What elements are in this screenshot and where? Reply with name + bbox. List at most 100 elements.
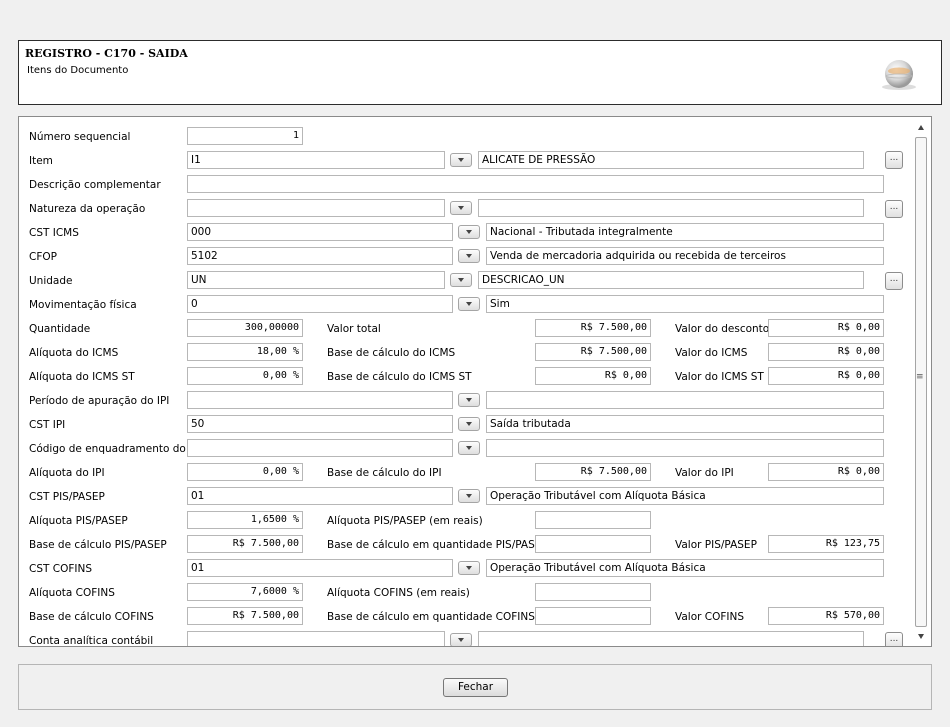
descricao-complementar-field[interactable] <box>187 175 884 193</box>
valor-pis-field[interactable]: R$ 123,75 <box>768 535 884 553</box>
movimentacao-description-field[interactable]: Sim <box>486 295 884 313</box>
label-base-cofins: Base de cálculo COFINS <box>29 611 154 623</box>
natureza-code-field[interactable] <box>187 199 445 217</box>
logo-icon <box>882 60 916 90</box>
base-cofins-field[interactable]: R$ 7.500,00 <box>187 607 303 625</box>
scroll-up-icon[interactable] <box>918 125 924 130</box>
conta-lookup-button[interactable]: ... <box>885 632 903 646</box>
label-valor-icms: Valor do ICMS <box>675 347 748 359</box>
label-base-icms-st: Base de cálculo do ICMS ST <box>327 371 472 383</box>
natureza-description-field[interactable] <box>478 199 864 217</box>
item-code-field[interactable]: I1 <box>187 151 445 169</box>
label-valor-ipi: Valor do IPI <box>675 467 734 479</box>
fechar-button[interactable]: Fechar <box>443 678 508 697</box>
item-dropdown-button[interactable] <box>450 153 472 167</box>
base-icms-st-field[interactable]: R$ 0,00 <box>535 367 651 385</box>
unidade-description-field[interactable]: DESCRICAO_UN <box>478 271 864 289</box>
quantidade-field[interactable]: 300,00000 <box>187 319 303 337</box>
cst-pis-code-field[interactable]: 01 <box>187 487 453 505</box>
cst-cofins-dropdown-button[interactable] <box>458 561 480 575</box>
label-quantidade: Quantidade <box>29 323 91 335</box>
valor-desconto-field[interactable]: R$ 0,00 <box>768 319 884 337</box>
aliquota-cofins-field[interactable]: 7,6000 % <box>187 583 303 601</box>
label-base-qtd-cofins: Base de cálculo em quantidade COFINS <box>327 611 535 623</box>
periodo-ipi-description-field[interactable] <box>486 391 884 409</box>
movimentacao-dropdown-button[interactable] <box>458 297 480 311</box>
label-aliquota-icms: Alíquota do ICMS <box>29 347 119 359</box>
codigo-enquadramento-code-field[interactable] <box>187 439 453 457</box>
cst-ipi-description-field[interactable]: Saída tributada <box>486 415 884 433</box>
aliquota-cofins-reais-field[interactable] <box>535 583 651 601</box>
label-aliquota-pis-reais: Alíquota PIS/PASEP (em reais) <box>327 515 483 527</box>
cst-ipi-code-field[interactable]: 50 <box>187 415 453 433</box>
cst-cofins-description-field[interactable]: Operação Tributável com Alíquota Básica <box>486 559 884 577</box>
label-codigo-enquadramento-ipi: Código de enquadramento do IPI <box>29 443 202 455</box>
cst-icms-code-field[interactable]: 000 <box>187 223 453 241</box>
label-cst-cofins: CST COFINS <box>29 563 92 575</box>
label-valor-total: Valor total <box>327 323 381 335</box>
unidade-lookup-button[interactable]: ... <box>885 272 903 290</box>
label-unidade: Unidade <box>29 275 73 287</box>
label-conta-analitica: Conta analítica contábil <box>29 635 154 647</box>
scroll-grip-icon: ≡ <box>916 372 924 382</box>
page-title: REGISTRO - C170 - SAIDA <box>25 47 188 60</box>
cst-icms-dropdown-button[interactable] <box>458 225 480 239</box>
codigo-enquadramento-description-field[interactable] <box>486 439 884 457</box>
label-valor-icms-st: Valor do ICMS ST <box>675 371 764 383</box>
label-aliquota-icms-st: Alíquota do ICMS ST <box>29 371 135 383</box>
aliquota-pis-reais-field[interactable] <box>535 511 651 529</box>
aliquota-pis-field[interactable]: 1,6500 % <box>187 511 303 529</box>
cfop-description-field[interactable]: Venda de mercadoria adquirida ou recebid… <box>486 247 884 265</box>
natureza-lookup-button[interactable]: ... <box>885 200 903 218</box>
conta-description-field[interactable] <box>478 631 864 646</box>
conta-code-field[interactable] <box>187 631 445 646</box>
item-description-field[interactable]: ALICATE DE PRESSÃO <box>478 151 864 169</box>
periodo-ipi-dropdown-button[interactable] <box>458 393 480 407</box>
base-icms-field[interactable]: R$ 7.500,00 <box>535 343 651 361</box>
cst-pis-description-field[interactable]: Operação Tributável com Alíquota Básica <box>486 487 884 505</box>
base-pis-field[interactable]: R$ 7.500,00 <box>187 535 303 553</box>
unidade-code-field[interactable]: UN <box>187 271 445 289</box>
label-valor-pis: Valor PIS/PASEP <box>675 539 757 551</box>
item-lookup-button[interactable]: ... <box>885 151 903 169</box>
cst-ipi-dropdown-button[interactable] <box>458 417 480 431</box>
aliquota-icms-st-field[interactable]: 0,00 % <box>187 367 303 385</box>
cst-cofins-code-field[interactable]: 01 <box>187 559 453 577</box>
label-movimentacao-fisica: Movimentação física <box>29 299 137 311</box>
footer-panel: Fechar <box>18 664 932 710</box>
valor-icms-field[interactable]: R$ 0,00 <box>768 343 884 361</box>
numero-sequencial-field[interactable]: 1 <box>187 127 303 145</box>
cst-pis-dropdown-button[interactable] <box>458 489 480 503</box>
valor-icms-st-field[interactable]: R$ 0,00 <box>768 367 884 385</box>
label-base-qtd-pis: Base de cálculo em quantidade PIS/PASEP <box>327 539 548 551</box>
movimentacao-code-field[interactable]: 0 <box>187 295 453 313</box>
cfop-code-field[interactable]: 5102 <box>187 247 453 265</box>
form-panel: Número sequencial 1 Item I1 ALICATE DE P… <box>18 116 932 647</box>
label-cst-ipi: CST IPI <box>29 419 66 431</box>
label-valor-desconto: Valor do desconto <box>675 323 770 335</box>
valor-ipi-field[interactable]: R$ 0,00 <box>768 463 884 481</box>
unidade-dropdown-button[interactable] <box>450 273 472 287</box>
codigo-enquadramento-dropdown-button[interactable] <box>458 441 480 455</box>
label-aliquota-ipi: Alíquota do IPI <box>29 467 105 479</box>
conta-dropdown-button[interactable] <box>450 633 472 646</box>
label-base-ipi: Base de cálculo do IPI <box>327 467 442 479</box>
base-qtd-pis-field[interactable] <box>535 535 651 553</box>
aliquota-icms-field[interactable]: 18,00 % <box>187 343 303 361</box>
base-qtd-cofins-field[interactable] <box>535 607 651 625</box>
scroll-thumb[interactable] <box>915 137 927 627</box>
aliquota-ipi-field[interactable]: 0,00 % <box>187 463 303 481</box>
cst-icms-description-field[interactable]: Nacional - Tributada integralmente <box>486 223 884 241</box>
scroll-down-icon[interactable] <box>918 634 924 639</box>
natureza-dropdown-button[interactable] <box>450 201 472 215</box>
valor-cofins-field[interactable]: R$ 570,00 <box>768 607 884 625</box>
label-valor-cofins: Valor COFINS <box>675 611 745 623</box>
cfop-dropdown-button[interactable] <box>458 249 480 263</box>
label-base-pis: Base de cálculo PIS/PASEP <box>29 539 167 551</box>
label-item: Item <box>29 155 53 167</box>
base-ipi-field[interactable]: R$ 7.500,00 <box>535 463 651 481</box>
form-scrollbar[interactable]: ≡ <box>913 117 931 646</box>
valor-total-field[interactable]: R$ 7.500,00 <box>535 319 651 337</box>
label-aliquota-cofins-reais: Alíquota COFINS (em reais) <box>327 587 470 599</box>
periodo-ipi-code-field[interactable] <box>187 391 453 409</box>
